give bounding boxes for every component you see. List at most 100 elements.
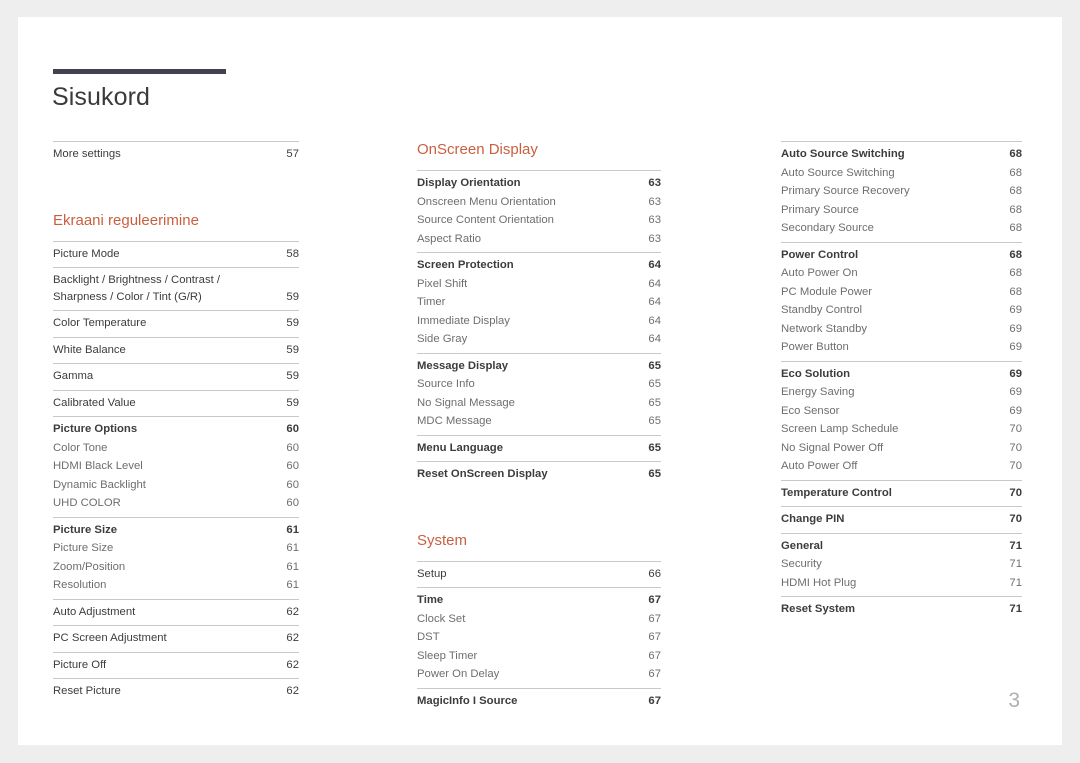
toc-entry[interactable]: Calibrated Value 59 [53, 394, 299, 413]
toc-entry-page: 69 [1009, 322, 1022, 335]
toc-entry[interactable]: Picture Off 62 [53, 656, 299, 675]
toc-entry-page: 67 [648, 631, 661, 643]
toc-entry[interactable]: Picture Size 61 [53, 539, 299, 558]
toc-entry[interactable]: Screen Lamp Schedule 70 [781, 420, 1022, 439]
toc-entry-label: Clock Set [417, 612, 466, 625]
toc-entry[interactable]: Display Orientation 63 [417, 174, 661, 193]
toc-entry[interactable]: HDMI Hot Plug 71 [781, 574, 1022, 593]
toc-entry-page: 59 [286, 317, 299, 329]
toc-entry-label: Screen Lamp Schedule [781, 423, 899, 435]
toc-entry[interactable]: More settings 57 [53, 145, 299, 164]
toc-entry[interactable]: Eco Solution 69 [781, 365, 1022, 384]
toc-entry-label: Immediate Display [417, 314, 510, 327]
toc-entry[interactable]: MagicInfo I Source 67 [417, 692, 661, 711]
toc-entry[interactable]: Reset OnScreen Display 65 [417, 465, 661, 484]
toc-entry[interactable]: Primary Source 68 [781, 201, 1022, 220]
toc-entry[interactable]: Backlight / Brightness / Contrast / Shar… [53, 271, 299, 306]
toc-entry-page: 64 [648, 333, 661, 345]
toc-entry[interactable]: Message Display 65 [417, 357, 661, 376]
toc-entry[interactable]: Reset System 71 [781, 600, 1022, 619]
toc-entry[interactable]: Auto Adjustment 62 [53, 603, 299, 622]
toc-entry[interactable]: Eco Sensor 69 [781, 402, 1022, 421]
toc-entry[interactable]: Onscreen Menu Orientation 63 [417, 193, 661, 212]
toc-entry[interactable]: Source Content Orientation 63 [417, 211, 661, 230]
toc-entry[interactable]: Pixel Shift 64 [417, 275, 661, 294]
toc-entry[interactable]: Immediate Display 64 [417, 312, 661, 331]
toc-entry[interactable]: UHD COLOR 60 [53, 494, 299, 513]
toc-group: Calibrated Value 59 [53, 389, 299, 417]
toc-entry-page: 70 [1009, 513, 1022, 525]
toc-entry[interactable]: Picture Options 60 [53, 420, 299, 439]
toc-entry[interactable]: Auto Power On 68 [781, 264, 1022, 283]
toc-group: Change PIN 70 [781, 506, 1022, 533]
toc-entry[interactable]: Auto Source Switching 68 [781, 145, 1022, 164]
toc-entry[interactable]: White Balance 59 [53, 341, 299, 360]
toc-entry[interactable]: HDMI Black Level 60 [53, 457, 299, 476]
toc-entry[interactable]: MDC Message 65 [417, 412, 661, 431]
toc-entry[interactable]: Menu Language 65 [417, 439, 661, 458]
toc-entry[interactable]: Security 71 [781, 555, 1022, 574]
toc-entry[interactable]: Source Info 65 [417, 375, 661, 394]
toc-entry[interactable]: Timer 64 [417, 293, 661, 312]
toc-entry[interactable]: Auto Source Switching 68 [781, 164, 1022, 183]
toc-group: Color Temperature 59 [53, 310, 299, 337]
toc-entry-label: Display Orientation [417, 177, 521, 189]
toc-entry[interactable]: General 71 [781, 537, 1022, 556]
toc-group: PC Screen Adjustment 62 [53, 625, 299, 652]
toc-entry[interactable]: No Signal Power Off 70 [781, 439, 1022, 458]
toc-entry[interactable]: Auto Power Off 70 [781, 457, 1022, 476]
toc-entry[interactable]: Temperature Control 70 [781, 484, 1022, 503]
toc-entry-label: Picture Size [53, 542, 114, 554]
toc-entry[interactable]: Reset Picture 62 [53, 682, 299, 701]
toc-group: Gamma 59 [53, 363, 299, 390]
toc-group: Backlight / Brightness / Contrast / Shar… [53, 267, 299, 310]
heading-gap [53, 230, 299, 241]
toc-entry[interactable]: Change PIN 70 [781, 510, 1022, 529]
toc-entry[interactable]: Side Gray 64 [417, 330, 661, 349]
toc-entry-page: 65 [648, 415, 661, 427]
toc-entry[interactable]: PC Module Power 68 [781, 283, 1022, 302]
toc-entry[interactable]: Gamma 59 [53, 367, 299, 386]
toc-entry-label: Reset OnScreen Display [417, 468, 548, 480]
toc-entry[interactable]: Primary Source Recovery 68 [781, 182, 1022, 201]
toc-entry[interactable]: Dynamic Backlight 60 [53, 476, 299, 495]
toc-entry[interactable]: No Signal Message 65 [417, 394, 661, 413]
toc-entry[interactable]: DST 67 [417, 628, 661, 647]
toc-group: Auto Adjustment 62 [53, 598, 299, 626]
toc-entry-page: 70 [1009, 460, 1022, 472]
toc-entry[interactable]: Power On Delay 67 [417, 665, 661, 684]
toc-entry[interactable]: Zoom/Position 61 [53, 558, 299, 577]
toc-entry[interactable]: Picture Mode 58 [53, 245, 299, 264]
toc-entry[interactable]: Network Standby 69 [781, 320, 1022, 339]
toc-entry[interactable]: Standby Control 69 [781, 301, 1022, 320]
toc-entry[interactable]: Color Temperature 59 [53, 314, 299, 333]
toc-group: Message Display 65 Source Info 65 No Signal … [417, 352, 661, 435]
toc-entry[interactable]: Sleep Timer 67 [417, 647, 661, 666]
toc-entry[interactable]: Time 67 [417, 591, 661, 610]
toc-entry-label: Primary Source [781, 203, 859, 216]
toc-entry-page: 69 [1009, 341, 1022, 353]
toc-entry[interactable]: Aspect Ratio 63 [417, 230, 661, 249]
toc-entry[interactable]: Setup 66 [417, 565, 661, 584]
toc-entry-label: Source Info [417, 378, 475, 390]
toc-entry[interactable]: Clock Set 67 [417, 610, 661, 629]
toc-entry[interactable]: Screen Protection 64 [417, 256, 661, 275]
toc-entry[interactable]: Picture Size 61 [53, 521, 299, 540]
toc-entry[interactable]: Power Button 69 [781, 338, 1022, 357]
toc-entry-page: 69 [1009, 304, 1022, 316]
toc-entry-page: 67 [648, 612, 661, 625]
toc-entry[interactable]: Energy Saving 69 [781, 383, 1022, 402]
toc-entry[interactable]: Resolution 61 [53, 576, 299, 595]
toc-entry-page: 61 [286, 523, 299, 536]
toc-entry-label: PC Screen Adjustment [53, 632, 167, 644]
toc-entry-label: Screen Protection [417, 259, 514, 271]
toc-entry-page: 62 [286, 605, 299, 618]
toc-entry-page: 63 [648, 232, 661, 245]
toc-entry[interactable]: PC Screen Adjustment 62 [53, 629, 299, 648]
toc-entry-label: White Balance [53, 343, 126, 356]
toc-entry[interactable]: Secondary Source 68 [781, 219, 1022, 238]
toc-entry-page: 61 [286, 579, 299, 591]
toc-entry[interactable]: Color Tone 60 [53, 439, 299, 458]
toc-entry[interactable]: Power Control 68 [781, 246, 1022, 265]
